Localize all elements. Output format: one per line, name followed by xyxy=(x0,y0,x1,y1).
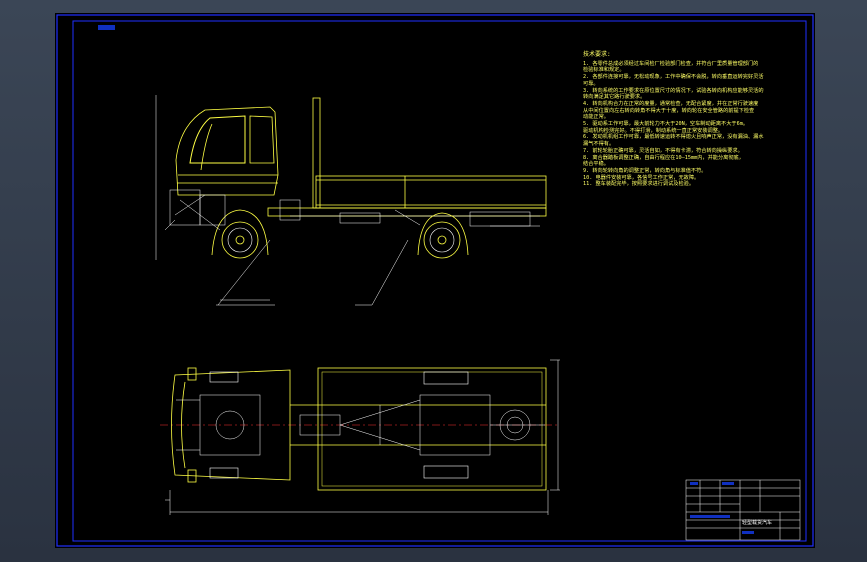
title-block-name: 轻型载货汽车 xyxy=(742,520,773,526)
tech-req-line: 7. 前轮轮胎正确可靠，灵活自如，不得有卡滞，符合转向操纵要求。 xyxy=(583,147,743,154)
tech-req-list: 1. 各零件总成必须经过车间检厂检验部门检查，并符合厂里质量管理部门的 检验标准… xyxy=(583,61,801,188)
tech-req-title: 技术要求: xyxy=(583,51,611,58)
tech-req-line: 从中间位置向左右转向转角不得大于十度，转向轮在安全管路的前提下检查 xyxy=(583,107,755,114)
tech-req-line: 漏气不得有。 xyxy=(583,141,615,148)
top-view xyxy=(160,359,560,515)
layer-tag xyxy=(98,25,115,30)
tech-req-line: 8. 离合器踏板调整正确，自由行程应在10—15mm内，并能分离彻底， xyxy=(583,154,744,161)
technical-requirements: 技术要求: 1. 各零件总成必须经过车间检厂检验部门检查，并符合厂里质量管理部门… xyxy=(583,51,801,188)
side-view xyxy=(155,95,547,306)
cad-window: 技术要求: 1. 各零件总成必须经过车间检厂检验部门检查，并符合厂里质量管理部门… xyxy=(0,0,867,562)
tech-req-line: 6. 发动机机组工作可靠，最低转速运转不得熄火且响声正常，没有漏油、漏水 xyxy=(583,134,764,141)
tech-req-line: 5. 驱动系工作可靠，最大前轮力不大于20N，空车制动距离不大于6m。 xyxy=(583,121,749,128)
title-block xyxy=(685,479,801,541)
tech-req-line: 2. 各部件连接可靠，无松动现象，工作中确保不会脱，转向垂直运转完好灵活 xyxy=(583,74,764,81)
tech-req-line: 4. 转向机构合力在正常的度量，通常检查，无配合紧度，并在正常行驶速度 xyxy=(583,100,759,107)
tech-req-line: 11. 整车装配完毕，按照要求进行调试及检验。 xyxy=(583,181,695,188)
tech-req-line: 9. 转向轮转向角的调整正常，转向角与标准值不符。 xyxy=(583,167,707,174)
tech-req-line: 结合平稳。 xyxy=(583,161,609,168)
tech-req-line: 可靠。 xyxy=(583,80,599,87)
tech-req-line: 转向满足其它路行驶要求。 xyxy=(583,94,646,101)
